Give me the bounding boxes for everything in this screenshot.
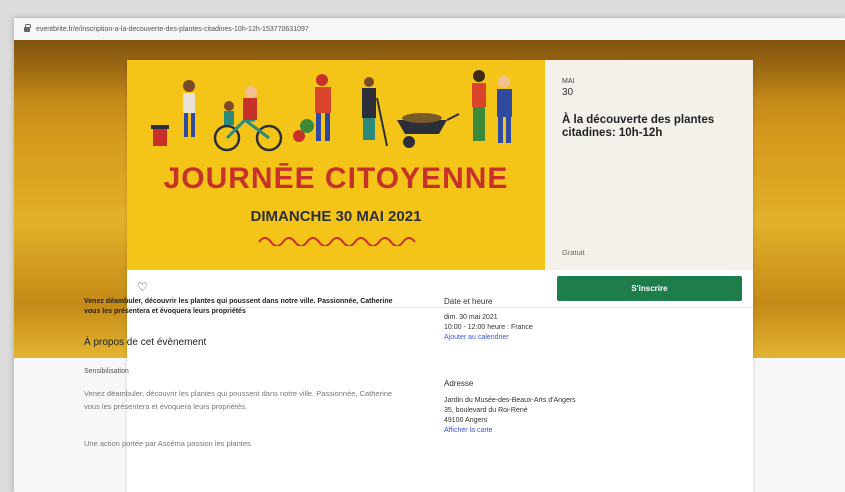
venue-city: 49100 Angers (444, 417, 488, 424)
show-map-link[interactable]: Afficher la carte (444, 427, 493, 434)
address-bar[interactable]: eventbrite.fr/e/inscription-a-la-decouve… (14, 18, 845, 41)
event-category: Sensibilisation (84, 368, 129, 375)
organizer-line: Une action portée par Ascéma passion les… (84, 439, 251, 448)
wave-decoration-icon (258, 237, 416, 246)
venue-street: 35, boulevard du Roi-René (444, 407, 528, 414)
banner-subtitle: DIMANCHE 30 MAI 2021 (250, 208, 422, 225)
heart-outline-icon[interactable]: ♡ (137, 281, 148, 293)
event-summary-panel: MAI 30 À la découverte des plantes citad… (545, 60, 753, 270)
datetime-heading: Date et heure (444, 297, 493, 306)
event-banner-image: JOURNĒE CITOYENNE DIMANCHE 30 MAI 2021 (127, 60, 545, 270)
about-heading: À propos de cet évènement (84, 337, 207, 348)
address-heading: Adresse (444, 379, 474, 388)
venue-name: Jardin du Musée-des-Beaux-Arts d'Angers (444, 397, 576, 404)
add-to-calendar-link[interactable]: Ajouter au calendrier (444, 334, 509, 341)
illustration-people-icon (151, 70, 512, 152)
banner-title: JOURNĒE CITOYENNE (163, 162, 509, 195)
event-month: MAI (562, 78, 575, 85)
event-description: Venez déambuler, découvrir les plantes q… (84, 389, 393, 411)
register-button[interactable]: S'inscrire (557, 276, 742, 301)
event-title: À la découverte des plantes citadines: 1… (562, 114, 715, 139)
event-date: dim. 30 mai 2021 (444, 314, 498, 321)
event-card: JOURNĒE CITOYENNE DIMANCHE 30 MAI 2021 M… (127, 60, 753, 492)
browser-window: eventbrite.fr/e/inscription-a-la-decouve… (14, 18, 845, 492)
event-price: Gratuit (562, 248, 585, 257)
event-day: 30 (562, 87, 574, 98)
event-summary-text: Venez déambuler, découvrir les plantes q… (84, 298, 393, 315)
lock-icon (24, 24, 31, 32)
event-time: 10:00 - 12:00 heure : France (444, 324, 533, 331)
url-text[interactable]: eventbrite.fr/e/inscription-a-la-decouve… (36, 26, 309, 33)
